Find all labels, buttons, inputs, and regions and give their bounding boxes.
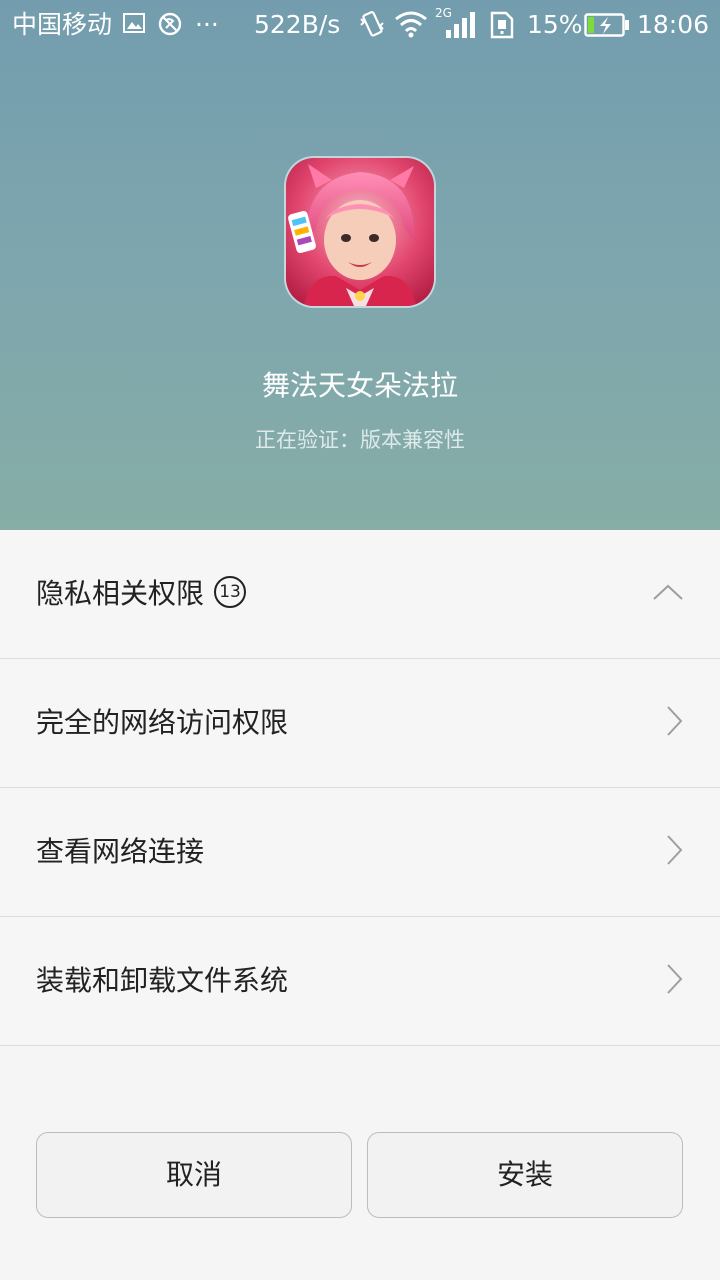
verification-status: 正在验证：版本兼容性 [255, 428, 465, 452]
install-button[interactable]: 安装 [367, 1132, 683, 1218]
wifi-icon [394, 10, 428, 44]
permissions-list: 隐私相关权限 13 完全的网络访问权限 查看网络连接 装载和卸载文件系统 [0, 530, 720, 1046]
permissions-count-badge: 13 [214, 576, 247, 608]
signal-icon [445, 10, 477, 46]
more-notifications: ··· [195, 10, 219, 39]
battery-charging-icon [584, 13, 630, 43]
permission-item-label: 查看网络连接 [36, 835, 205, 868]
clock: 18:06 [637, 10, 710, 39]
chevron-right-icon [664, 705, 684, 741]
chevron-right-icon [664, 963, 684, 999]
permission-item-network-access[interactable]: 完全的网络访问权限 [0, 659, 720, 788]
permissions-group-label: 隐私相关权限 [36, 577, 205, 610]
app-name: 舞法天女朵法拉 [261, 369, 458, 402]
permission-item-view-network[interactable]: 查看网络连接 [0, 788, 720, 917]
chevron-right-icon [664, 834, 684, 870]
network-speed: 522B/s [254, 10, 341, 39]
sim-icon [489, 11, 515, 45]
cancel-button[interactable]: 取消 [36, 1132, 352, 1218]
permission-item-mount-filesystem[interactable]: 装载和卸载文件系统 [0, 917, 720, 1046]
permission-item-label: 完全的网络访问权限 [36, 706, 289, 739]
no-disturb-icon [157, 11, 183, 43]
permissions-group-header[interactable]: 隐私相关权限 13 [0, 530, 720, 659]
chevron-up-icon[interactable] [652, 582, 684, 606]
status-bar: 中国移动 ··· 522B/s 2G 15% 18:06 [0, 0, 720, 50]
permissions-group-title: 隐私相关权限 13 [36, 530, 247, 658]
app-icon [286, 158, 434, 306]
permission-item-label: 装载和卸载文件系统 [36, 964, 289, 997]
vibrate-icon [358, 9, 386, 45]
battery-percent: 15% [527, 10, 583, 39]
image-icon [122, 11, 146, 41]
carrier-label: 中国移动 [12, 10, 113, 39]
